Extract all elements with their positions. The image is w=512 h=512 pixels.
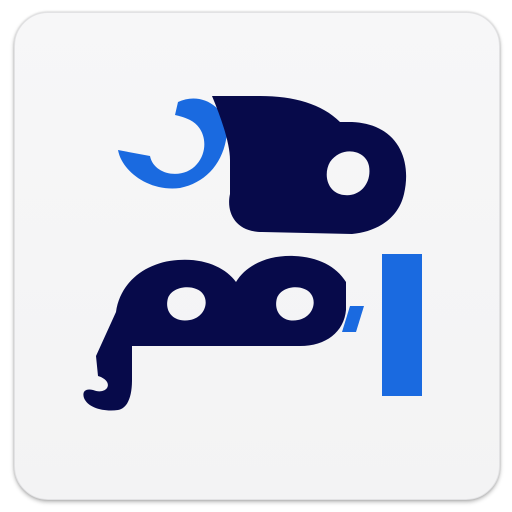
logo-navy-mim-top [212,96,407,234]
logo-blue-bar [382,254,422,396]
logo-navy-lower [83,255,347,411]
mod-abzar-logo-icon [83,96,422,411]
logo-blue-hook [118,98,227,189]
app-icon-stage: مدابزار [0,0,512,512]
